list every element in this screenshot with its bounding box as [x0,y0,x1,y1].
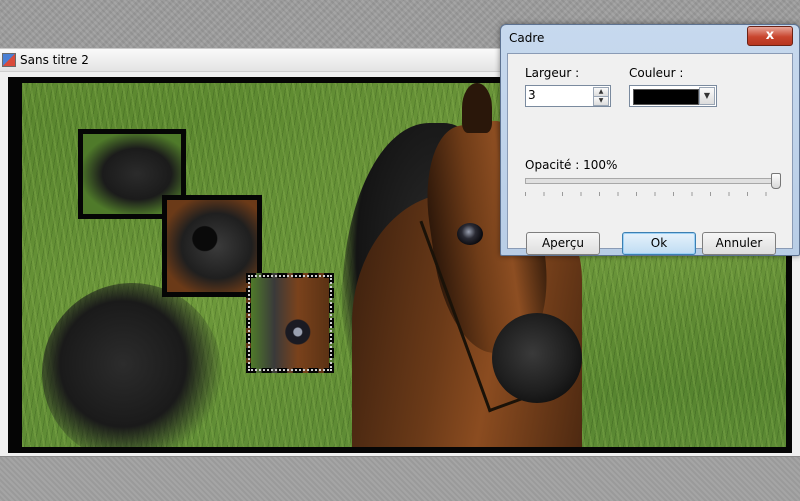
opacity-slider-thumb[interactable] [771,173,781,189]
horse-muzzle [492,313,582,403]
dialog-title: Cadre [509,31,545,45]
opacity-slider-track[interactable] [525,178,777,184]
workspace-background [0,456,800,501]
color-swatch [633,89,699,105]
chevron-down-icon[interactable]: ▼ [699,87,715,105]
frame-dialog: Cadre x Largeur : ▲ ▼ Couleur : ▼ Opacit… [500,24,800,256]
framed-thumbnail-eye-selected[interactable] [246,273,334,373]
color-label: Couleur : [629,66,684,80]
document-icon [2,53,16,67]
color-picker[interactable]: ▼ [629,85,717,107]
width-input[interactable] [528,87,590,103]
width-label: Largeur : [525,66,580,80]
opacity-slider-ticks [525,192,775,196]
cancel-button[interactable]: Annuler [702,232,776,255]
close-icon: x [765,28,775,43]
horse-ear [462,83,492,133]
preview-button[interactable]: Aperçu [526,232,600,255]
opacity-label: Opacité : 100% [525,158,618,172]
width-stepper[interactable]: ▲ ▼ [525,85,611,107]
ok-button[interactable]: Ok [622,232,696,255]
close-button[interactable]: x [747,26,793,46]
horse-eye [457,223,483,245]
dialog-body: Largeur : ▲ ▼ Couleur : ▼ Opacité : 100%… [507,53,793,255]
document-title: Sans titre 2 [20,53,89,67]
spin-down-icon[interactable]: ▼ [593,96,609,106]
